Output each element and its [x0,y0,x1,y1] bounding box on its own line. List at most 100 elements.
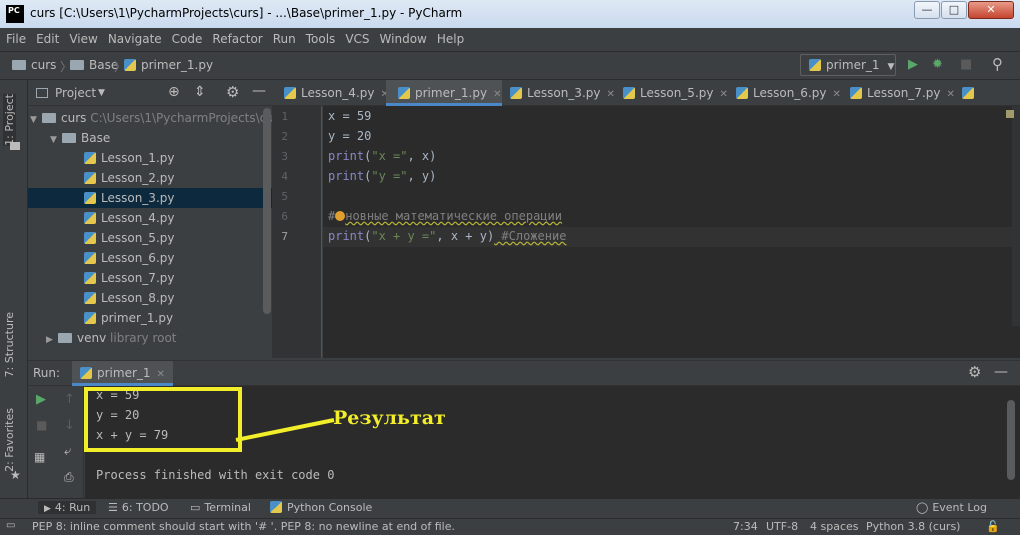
folder-icon [10,142,20,150]
tree-item-file[interactable]: Lesson_2.py [28,168,272,188]
tree-item-base[interactable]: ▼ Base [28,128,272,148]
menu-vcs[interactable]: VCS [339,28,373,52]
play-icon: ▶ [44,504,51,514]
tool-tab-terminal[interactable]: ▭ Terminal [190,501,251,514]
tab-primer-1[interactable]: primer_1.py ✕ [386,80,502,106]
file-encoding[interactable]: UTF-8 [766,520,798,533]
tree-item-file[interactable]: Lesson_4.py [28,208,272,228]
structure-tool-tab[interactable]: 7: Structure [3,312,16,377]
run-tab-primer-1[interactable]: primer_1 ✕ [72,361,173,386]
menu-view[interactable]: View [63,28,101,52]
breadcrumb-folder[interactable]: Base [70,58,118,72]
tab-lesson-7[interactable]: Lesson_7.py ✕ [838,80,955,106]
tree-item-file[interactable]: Lesson_6.py [28,248,272,268]
menu-navigate[interactable]: Navigate [102,28,166,52]
tab-lesson-4[interactable]: Lesson_4.py ✕ [272,80,389,106]
indent-setting[interactable]: 4 spaces [810,520,859,533]
python-console-icon [270,501,282,513]
expand-arrow-icon[interactable]: ▶ [46,330,58,350]
menu-edit[interactable]: Edit [30,28,63,52]
left-tool-strip: 1: Project 7: Structure 2: Favorites ★ [0,80,28,498]
menu-tools[interactable]: Tools [300,28,340,52]
print-icon[interactable]: ⎙ [64,470,74,485]
menu-run[interactable]: Run [267,28,300,52]
console-scrollbar[interactable] [1007,400,1015,480]
run-button[interactable]: ▶ [908,57,918,72]
tab-lesson-5[interactable]: Lesson_5.py ✕ [611,80,728,106]
search-icon[interactable]: ⚲ [992,55,1003,73]
editor-scroll-strip[interactable] [1012,106,1020,326]
status-panel-icon[interactable]: ▭ [6,520,15,531]
folder-icon [62,133,76,143]
line-number-gutter: 1 2 3 4 5 6 7 [272,106,322,358]
menu-file[interactable]: File [0,28,30,52]
tree-item-file[interactable]: Lesson_5.py [28,228,272,248]
menu-help[interactable]: Help [431,28,468,52]
code-line: y = 20 [328,129,372,143]
project-view-select[interactable]: Project [55,86,96,100]
window-title: curs [C:\Users\1\PycharmProjects\curs] -… [30,6,463,20]
breadcrumb-root[interactable]: curs [12,58,56,72]
cursor-position[interactable]: 7:34 [733,520,758,533]
collapse-all-icon[interactable]: ⇕ [194,84,206,100]
minimize-button[interactable]: — [914,1,940,19]
python-file-icon [809,59,821,71]
gear-icon[interactable]: ⚙ [968,363,981,381]
tool-tab-todo[interactable]: ☰ 6: TODO [108,501,169,514]
tool-tab-python-console[interactable]: Python Console [270,501,372,514]
gear-icon[interactable]: ⚙ [226,83,239,101]
run-configuration-select[interactable]: primer_1 ▼ [800,54,896,76]
code-editor[interactable]: x = 59 y = 20 print("x =", x) print("y =… [323,106,1020,358]
status-message[interactable]: PEP 8: inline comment should start with … [32,520,455,533]
hide-panel-icon[interactable]: — [252,83,266,99]
lock-icon[interactable]: 🔓 [986,520,1000,533]
status-bar: ▭ PEP 8: inline comment should start wit… [0,518,1020,535]
project-scrollbar[interactable] [263,108,271,314]
locate-target-icon[interactable]: ⊕ [168,84,180,100]
python-interpreter[interactable]: Python 3.8 (curs) [866,520,960,533]
stop-icon[interactable]: ■ [36,418,47,432]
annotation-arrow-line [235,418,335,442]
terminal-icon: ▭ [190,501,201,514]
python-file-icon [80,367,92,379]
annotation-label: Результат [333,407,446,429]
tree-item-file[interactable]: Lesson_7.py [28,268,272,288]
tab-lesson-6[interactable]: Lesson_6.py ✕ [724,80,841,106]
lightbulb-icon[interactable] [335,211,346,221]
menu-code[interactable]: Code [166,28,207,52]
chevron-down-icon[interactable]: ▼ [98,88,105,98]
tree-item-curs[interactable]: ▼ curs C:\Users\1\PycharmProjects\cu [28,108,272,128]
tab-more-files[interactable] [950,80,980,106]
close-tab-icon[interactable]: ✕ [157,369,165,380]
expand-arrow-icon[interactable]: ▼ [50,130,62,150]
hide-panel-icon[interactable]: — [994,364,1008,380]
tree-item-file-selected[interactable]: Lesson_3.py [28,188,272,208]
tree-item-file[interactable]: Lesson_8.py [28,288,272,308]
close-window-button[interactable]: ✕ [968,1,1014,19]
menu-bar: File Edit View Navigate Code Refactor Run Tools… [0,28,1020,52]
rerun-play-icon[interactable]: ▶ [36,392,46,407]
code-line: print("y =", y) [328,169,437,183]
soft-wrap-icon[interactable]: ⤶ [64,444,71,459]
tree-item-file[interactable]: Lesson_1.py [28,148,272,168]
breadcrumb-file[interactable]: primer_1.py [124,58,213,72]
stop-icon[interactable]: ■ [960,57,972,72]
tree-item-file[interactable]: primer_1.py [28,308,272,328]
code-line: print("x =", x) [328,149,437,163]
warning-marker-icon[interactable] [1006,110,1014,118]
favorites-tool-tab[interactable]: 2: Favorites [3,408,16,472]
code-line: x = 59 [328,109,372,123]
tool-tab-event-log[interactable]: ◯ Event Log [916,501,987,514]
tree-item-venv[interactable]: ▶ venv library root [28,328,272,348]
arrow-up-icon[interactable]: ↑ [64,392,75,407]
tool-tab-run[interactable]: ▶ 4: Run [38,501,97,514]
debug-bug-icon[interactable]: ✹ [932,57,943,72]
expand-arrow-icon[interactable]: ▼ [30,110,42,130]
menu-window[interactable]: Window [374,28,431,52]
layout-icon[interactable]: ▦ [34,450,45,464]
tab-lesson-3[interactable]: Lesson_3.py ✕ [498,80,615,106]
maximize-button[interactable]: □ [941,1,967,19]
arrow-down-icon[interactable]: ↓ [64,418,75,433]
project-tool-tab[interactable]: 1: Project [3,94,16,146]
menu-refactor[interactable]: Refactor [206,28,266,52]
